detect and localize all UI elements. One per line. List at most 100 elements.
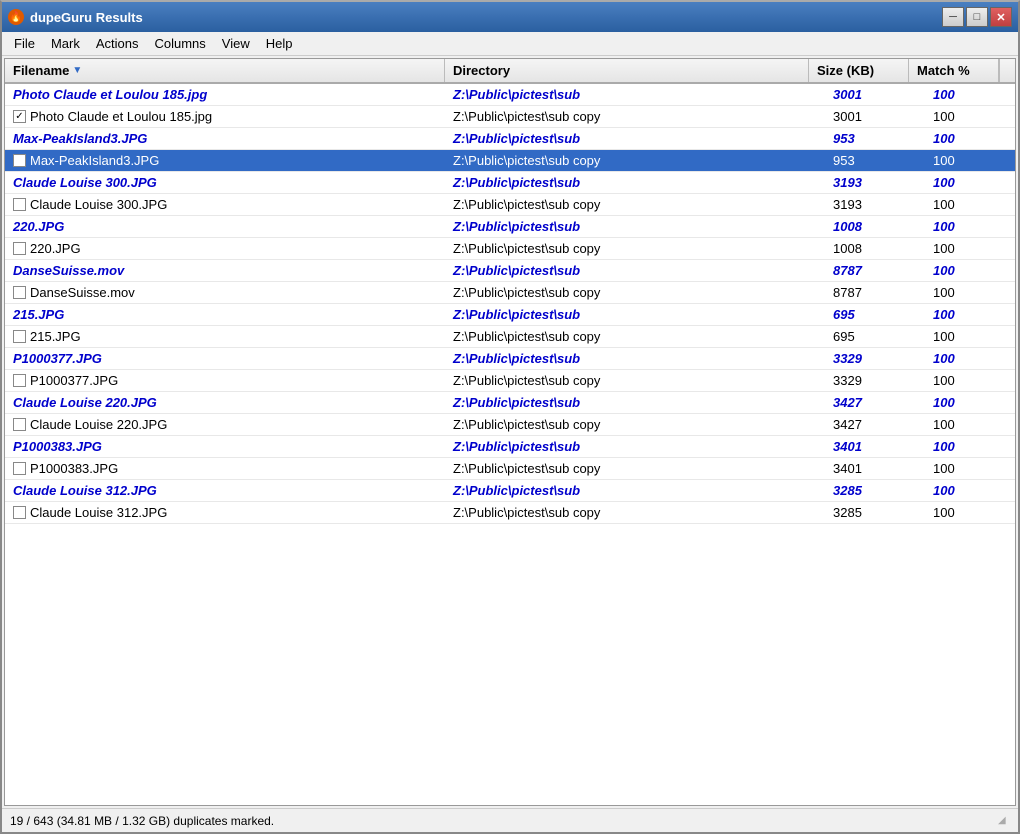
row-checkbox[interactable] [13, 330, 26, 343]
table-row[interactable]: DanseSuisse.movZ:\Public\pictest\sub8787… [5, 260, 1015, 282]
cell-match: 100 [925, 348, 1015, 369]
col-directory[interactable]: Directory [445, 59, 809, 82]
cell-match: 100 [925, 128, 1015, 149]
row-checkbox[interactable] [13, 418, 26, 431]
cell-match: 100 [925, 502, 1015, 523]
cell-match: 100 [925, 150, 1015, 171]
table-row[interactable]: Claude Louise 312.JPGZ:\Public\pictest\s… [5, 502, 1015, 524]
status-text: 19 / 643 (34.81 MB / 1.32 GB) duplicates… [10, 814, 274, 828]
table-row[interactable]: 215.JPGZ:\Public\pictest\sub695100 [5, 304, 1015, 326]
cell-match: 100 [925, 172, 1015, 193]
table-row[interactable]: P1000377.JPGZ:\Public\pictest\sub3329100 [5, 348, 1015, 370]
title-bar: 🔥 dupeGuru Results ─ □ ✕ [2, 2, 1018, 32]
cell-match: 100 [925, 392, 1015, 413]
cell-match: 100 [925, 84, 1015, 105]
cell-size: 3427 [825, 392, 925, 413]
table-row[interactable]: DanseSuisse.movZ:\Public\pictest\sub cop… [5, 282, 1015, 304]
table-row[interactable]: Photo Claude et Loulou 185.jpgZ:\Public\… [5, 84, 1015, 106]
row-checkbox[interactable] [13, 198, 26, 211]
window-title: dupeGuru Results [30, 10, 143, 25]
table-row[interactable]: P1000383.JPGZ:\Public\pictest\sub3401100 [5, 436, 1015, 458]
main-window: 🔥 dupeGuru Results ─ □ ✕ File Mark Actio… [0, 0, 1020, 834]
cell-match: 100 [925, 458, 1015, 479]
row-checkbox[interactable] [13, 374, 26, 387]
table-row[interactable]: Claude Louise 312.JPGZ:\Public\pictest\s… [5, 480, 1015, 502]
cell-filename: DanseSuisse.mov [5, 282, 445, 303]
cell-size: 3285 [825, 480, 925, 501]
table-row[interactable]: 215.JPGZ:\Public\pictest\sub copy695100 [5, 326, 1015, 348]
title-bar-left: 🔥 dupeGuru Results [8, 9, 143, 25]
cell-directory: Z:\Public\pictest\sub copy [445, 238, 825, 259]
cell-filename: 220.JPG [5, 216, 445, 237]
cell-size: 695 [825, 304, 925, 325]
row-checkbox[interactable] [13, 506, 26, 519]
cell-directory: Z:\Public\pictest\sub copy [445, 370, 825, 391]
minimize-button[interactable]: ─ [942, 7, 964, 27]
row-checkbox[interactable] [13, 462, 26, 475]
cell-size: 3001 [825, 106, 925, 127]
table-row[interactable]: Claude Louise 220.JPGZ:\Public\pictest\s… [5, 392, 1015, 414]
close-button[interactable]: ✕ [990, 7, 1012, 27]
cell-filename: P1000383.JPG [5, 458, 445, 479]
cell-filename: 215.JPG [5, 304, 445, 325]
cell-directory: Z:\Public\pictest\sub copy [445, 282, 825, 303]
table-row[interactable]: 220.JPGZ:\Public\pictest\sub1008100 [5, 216, 1015, 238]
maximize-button[interactable]: □ [966, 7, 988, 27]
cell-size: 3427 [825, 414, 925, 435]
table-row[interactable]: Max-PeakIsland3.JPGZ:\Public\pictest\sub… [5, 128, 1015, 150]
cell-filename: P1000383.JPG [5, 436, 445, 457]
table-row[interactable]: Claude Louise 220.JPGZ:\Public\pictest\s… [5, 414, 1015, 436]
cell-size: 3285 [825, 502, 925, 523]
row-checkbox[interactable] [13, 242, 26, 255]
cell-match: 100 [925, 414, 1015, 435]
table-row[interactable]: P1000377.JPGZ:\Public\pictest\sub copy33… [5, 370, 1015, 392]
cell-match: 100 [925, 106, 1015, 127]
menu-view[interactable]: View [214, 33, 258, 55]
title-bar-buttons: ─ □ ✕ [942, 7, 1012, 27]
table-row[interactable]: 220.JPGZ:\Public\pictest\sub copy1008100 [5, 238, 1015, 260]
cell-directory: Z:\Public\pictest\sub copy [445, 502, 825, 523]
cell-match: 100 [925, 326, 1015, 347]
col-size[interactable]: Size (KB) [809, 59, 909, 82]
cell-directory: Z:\Public\pictest\sub copy [445, 458, 825, 479]
col-match[interactable]: Match % [909, 59, 999, 82]
scrollbar-header-spacer [999, 59, 1015, 82]
cell-directory: Z:\Public\pictest\sub [445, 128, 825, 149]
menu-actions[interactable]: Actions [88, 33, 147, 55]
table-header: Filename ▼ Directory Size (KB) Match % [5, 59, 1015, 84]
table-row[interactable]: Max-PeakIsland3.JPGZ:\Public\pictest\sub… [5, 150, 1015, 172]
cell-directory: Z:\Public\pictest\sub [445, 304, 825, 325]
table-row[interactable]: Photo Claude et Loulou 185.jpgZ:\Public\… [5, 106, 1015, 128]
table-body[interactable]: Photo Claude et Loulou 185.jpgZ:\Public\… [5, 84, 1015, 805]
main-content: Filename ▼ Directory Size (KB) Match % P… [4, 58, 1016, 806]
cell-directory: Z:\Public\pictest\sub copy [445, 414, 825, 435]
menu-mark[interactable]: Mark [43, 33, 88, 55]
cell-size: 953 [825, 150, 925, 171]
menu-help[interactable]: Help [258, 33, 301, 55]
cell-size: 1008 [825, 238, 925, 259]
row-checkbox[interactable] [13, 286, 26, 299]
col-filename[interactable]: Filename ▼ [5, 59, 445, 82]
row-checkbox[interactable] [13, 154, 26, 167]
table-row[interactable]: Claude Louise 300.JPGZ:\Public\pictest\s… [5, 194, 1015, 216]
cell-size: 3401 [825, 458, 925, 479]
cell-directory: Z:\Public\pictest\sub copy [445, 326, 825, 347]
cell-size: 3193 [825, 172, 925, 193]
cell-directory: Z:\Public\pictest\sub [445, 84, 825, 105]
row-checkbox[interactable] [13, 110, 26, 123]
cell-filename: Photo Claude et Loulou 185.jpg [5, 106, 445, 127]
cell-size: 8787 [825, 282, 925, 303]
menu-file[interactable]: File [6, 33, 43, 55]
cell-directory: Z:\Public\pictest\sub copy [445, 194, 825, 215]
cell-match: 100 [925, 194, 1015, 215]
cell-filename: P1000377.JPG [5, 348, 445, 369]
cell-match: 100 [925, 238, 1015, 259]
cell-filename: P1000377.JPG [5, 370, 445, 391]
menu-columns[interactable]: Columns [146, 33, 213, 55]
cell-size: 3001 [825, 84, 925, 105]
cell-filename: Claude Louise 312.JPG [5, 480, 445, 501]
cell-filename: DanseSuisse.mov [5, 260, 445, 281]
table-row[interactable]: P1000383.JPGZ:\Public\pictest\sub copy34… [5, 458, 1015, 480]
table-row[interactable]: Claude Louise 300.JPGZ:\Public\pictest\s… [5, 172, 1015, 194]
cell-filename: Max-PeakIsland3.JPG [5, 150, 445, 171]
